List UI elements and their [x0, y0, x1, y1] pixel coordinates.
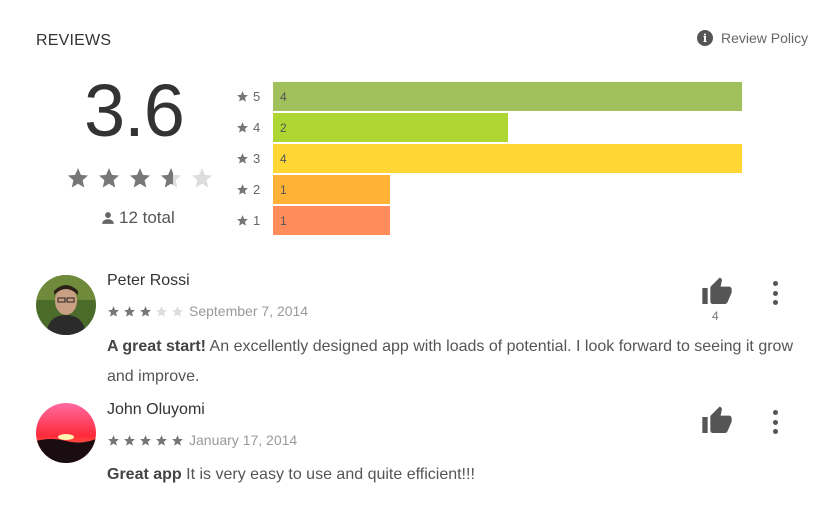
histogram-count: 1	[280, 182, 287, 197]
histogram-stars: 2	[253, 182, 261, 197]
star-icon	[130, 168, 150, 188]
star-icon	[124, 434, 135, 446]
histogram-bar: 4	[273, 82, 742, 111]
reviewer-avatar	[36, 275, 96, 335]
average-rating: 3.6	[84, 69, 185, 152]
review-stars	[107, 434, 184, 447]
histogram-stars: 3	[253, 151, 261, 166]
star-icon	[237, 91, 248, 102]
star-icon	[108, 434, 119, 446]
more-options-button[interactable]	[771, 410, 779, 434]
total-reviews-label: 12 total	[119, 208, 175, 227]
person-icon	[102, 212, 114, 224]
reviewer-avatar	[36, 403, 96, 463]
review-text: Great app It is very easy to use and qui…	[107, 460, 807, 490]
more-options-button[interactable]	[771, 281, 779, 305]
star-icon	[161, 168, 181, 188]
star-icon	[124, 305, 135, 317]
star-icon	[156, 305, 167, 317]
star-icon	[108, 305, 119, 317]
thumbs-up-icon[interactable]	[701, 405, 733, 437]
total-reviews: 12 total	[101, 208, 175, 228]
review-body: An excellently designed app with loads o…	[107, 338, 793, 385]
histogram-count: 4	[280, 89, 287, 104]
info-icon: i	[697, 30, 713, 46]
histogram-label: 3	[236, 151, 273, 166]
more-dot	[772, 281, 778, 286]
more-dot	[772, 300, 778, 305]
reviewer-name: John Oluyomi	[107, 401, 205, 418]
histogram-bar: 4	[273, 144, 742, 173]
reviews-heading: REVIEWS	[36, 32, 112, 49]
histogram-label: 1	[236, 213, 273, 228]
histogram-label: 5	[236, 89, 273, 104]
more-dot	[772, 429, 778, 434]
review-text: A great start! An excellently designed a…	[107, 332, 807, 392]
histogram-row: 2 1	[236, 174, 742, 205]
histogram-count: 4	[280, 151, 287, 166]
average-stars	[66, 166, 214, 190]
histogram-row: 3 4	[236, 143, 742, 174]
star-icon	[99, 168, 119, 188]
histogram-stars: 4	[253, 120, 261, 135]
histogram-count: 1	[280, 213, 287, 228]
rating-histogram: 5 4 4 2 3 4 2 1 1 1	[236, 81, 742, 236]
star-icon	[140, 434, 151, 446]
review-policy-link[interactable]: i Review Policy	[697, 30, 808, 46]
star-icon	[156, 434, 167, 446]
star-icon	[237, 122, 248, 133]
more-dot	[772, 410, 778, 415]
histogram-row: 1 1	[236, 205, 742, 236]
review-date: September 7, 2014	[189, 303, 309, 319]
histogram-bar: 1	[273, 206, 390, 235]
histogram-stars: 5	[253, 89, 261, 104]
star-icon	[192, 168, 212, 188]
histogram-row: 4 2	[236, 112, 742, 143]
review-policy-label: Review Policy	[721, 30, 809, 46]
helpful-count: 4	[712, 309, 719, 323]
more-dot	[772, 419, 778, 425]
histogram-bar: 1	[273, 175, 390, 204]
star-icon	[172, 305, 183, 317]
review-title: A great start!	[107, 338, 206, 355]
histogram-bar: 2	[273, 113, 508, 142]
histogram-label: 4	[236, 120, 273, 135]
reviewer-name: Peter Rossi	[107, 272, 190, 289]
histogram-label: 2	[236, 182, 273, 197]
star-icon	[237, 153, 248, 164]
star-icon	[140, 305, 151, 317]
histogram-row: 5 4	[236, 81, 742, 112]
review-stars	[107, 305, 184, 318]
star-icon	[172, 434, 183, 446]
star-icon	[237, 184, 248, 195]
histogram-count: 2	[280, 120, 287, 135]
review-body: It is very easy to use and quite efficie…	[186, 466, 475, 483]
thumbs-up-icon[interactable]	[701, 276, 733, 308]
review-card: Peter Rossi September 7, 2014 A great st…	[36, 272, 816, 392]
review-date: January 17, 2014	[189, 432, 298, 448]
star-icon	[68, 168, 88, 188]
review-card: John Oluyomi January 17, 2014 Great app …	[36, 401, 816, 501]
histogram-stars: 1	[253, 213, 261, 228]
review-meta: January 17, 2014	[107, 432, 297, 448]
more-dot	[772, 290, 778, 296]
star-icon	[237, 215, 248, 226]
review-title: Great app	[107, 466, 182, 483]
review-meta: September 7, 2014	[107, 303, 308, 319]
